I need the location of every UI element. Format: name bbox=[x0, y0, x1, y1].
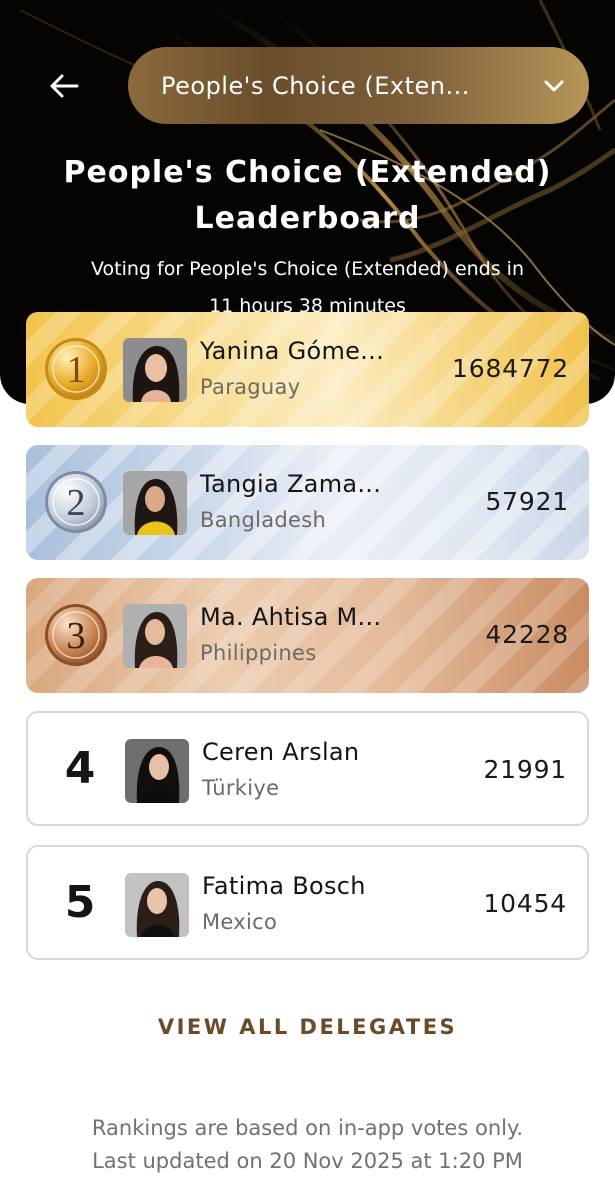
delegate-country: Paraguay bbox=[200, 375, 301, 399]
avatar bbox=[125, 739, 189, 803]
bronze-medal-icon: 3 bbox=[44, 603, 108, 667]
rank-number: 4 bbox=[64, 743, 96, 794]
vote-count: 57921 bbox=[485, 487, 569, 516]
rank-number: 5 bbox=[64, 877, 96, 928]
leaderboard-row-4[interactable]: 4 Ceren Arslan Türkiye 21991 bbox=[26, 711, 589, 826]
avatar bbox=[123, 604, 187, 668]
back-button[interactable] bbox=[40, 64, 88, 108]
svg-text:3: 3 bbox=[67, 615, 86, 657]
avatar bbox=[123, 338, 187, 402]
delegate-country: Mexico bbox=[202, 910, 278, 934]
delegate-country: Bangladesh bbox=[200, 508, 327, 532]
avatar bbox=[125, 873, 189, 937]
gold-medal-icon: 1 bbox=[44, 337, 108, 401]
vote-count: 21991 bbox=[483, 755, 567, 784]
leaderboard-row-3[interactable]: 3 Ma. Ahtisa M... Philippines 42228 bbox=[26, 578, 589, 693]
delegate-name: Yanina Góme... bbox=[200, 337, 385, 365]
footnote-last-updated: Last updated on 20 Nov 2025 at 1:20 PM bbox=[92, 1149, 523, 1173]
chevron-down-icon bbox=[541, 73, 567, 99]
category-dropdown[interactable]: People's Choice (Exten... bbox=[128, 47, 589, 124]
vote-count: 1684772 bbox=[452, 354, 569, 383]
delegate-name: Tangia Zama... bbox=[200, 470, 382, 498]
category-dropdown-label: People's Choice (Exten... bbox=[161, 71, 470, 100]
page-title: People's Choice (Extended) Leaderboard bbox=[0, 150, 615, 242]
leaderboard-row-1[interactable]: 1 Yanina Góme... Paraguay 1684772 bbox=[26, 312, 589, 427]
arrow-left-icon bbox=[50, 74, 79, 98]
delegate-country: Türkiye bbox=[202, 776, 280, 800]
silver-medal-icon: 2 bbox=[44, 470, 108, 534]
vote-count: 10454 bbox=[483, 889, 567, 918]
delegate-country: Philippines bbox=[200, 641, 317, 665]
page-title-line1: People's Choice (Extended) bbox=[63, 155, 552, 190]
avatar bbox=[123, 471, 187, 535]
voting-deadline-text: Voting for People's Choice (Extended) en… bbox=[90, 258, 524, 280]
svg-text:1: 1 bbox=[67, 349, 86, 391]
svg-text:2: 2 bbox=[67, 482, 86, 524]
page-title-line2: Leaderboard bbox=[194, 201, 421, 236]
delegate-name: Fatima Bosch bbox=[202, 872, 366, 900]
leaderboard-row-2[interactable]: 2 Tangia Zama... Bangladesh 57921 bbox=[26, 445, 589, 560]
delegate-name: Ma. Ahtisa M... bbox=[200, 603, 382, 631]
leaderboard-row-5[interactable]: 5 Fatima Bosch Mexico 10454 bbox=[26, 845, 589, 960]
view-all-delegates-button[interactable]: VIEW ALL DELEGATES bbox=[0, 1015, 615, 1039]
vote-count: 42228 bbox=[485, 620, 569, 649]
footnote-line1: Rankings are based on in-app votes only. bbox=[91, 1116, 524, 1140]
delegate-name: Ceren Arslan bbox=[202, 738, 360, 766]
rankings-footnote: Rankings are based on in-app votes only.… bbox=[0, 1112, 615, 1178]
